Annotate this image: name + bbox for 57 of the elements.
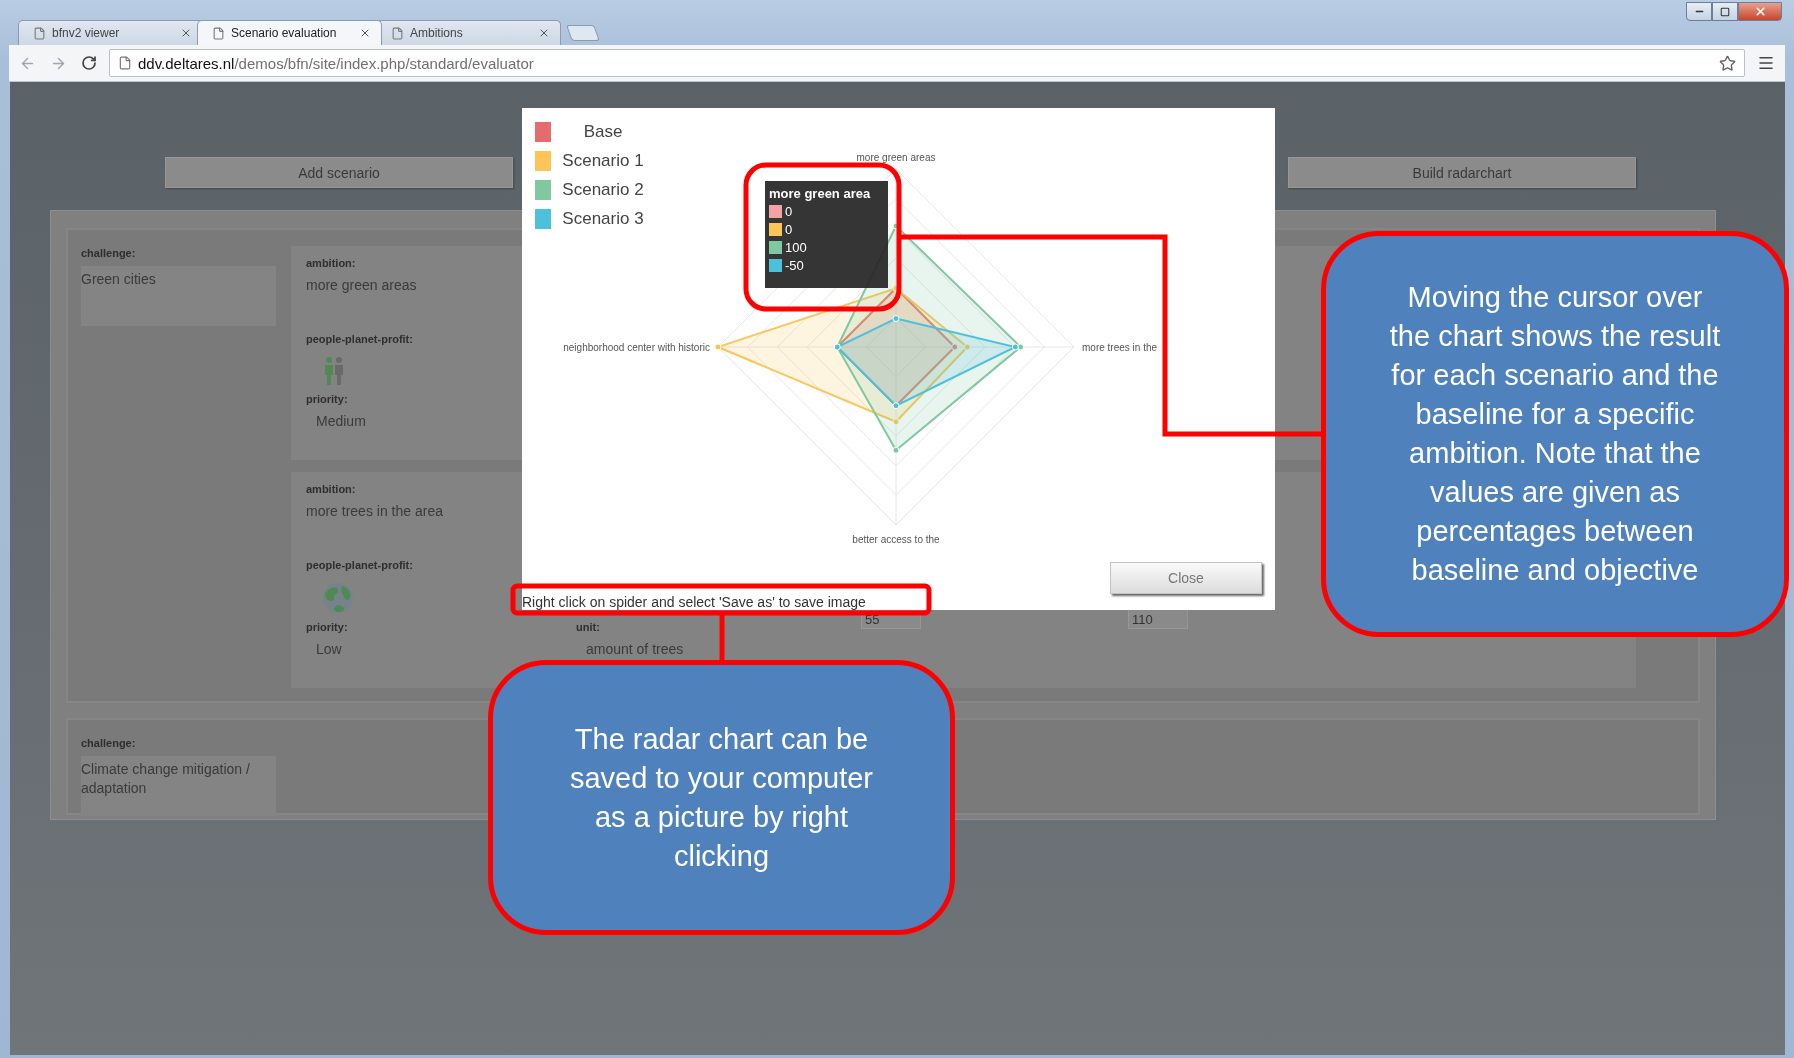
close-button[interactable] <box>1738 2 1782 21</box>
page-icon <box>118 56 132 70</box>
ambition-value: more trees in the area <box>306 502 444 520</box>
maximize-button[interactable] <box>1712 2 1738 21</box>
legend-label: Scenario 3 <box>561 209 645 229</box>
field-label: people-planet-profit: <box>306 332 414 346</box>
number-input[interactable]: 110 <box>1128 609 1188 629</box>
leader-line <box>719 615 725 662</box>
tooltip-value: 0 <box>785 222 793 237</box>
save-hint-text: Right click on spider and select 'Save as' to save image <box>522 594 867 610</box>
ambition-value: more green areas <box>306 276 418 294</box>
axis-label: better access to the <box>852 534 940 545</box>
tooltip-value: -50 <box>785 258 804 273</box>
field-label: priority: <box>306 392 349 406</box>
priority-value: Low <box>315 640 343 658</box>
globe-icon <box>322 582 354 614</box>
tooltip-title: more green area <box>769 186 872 201</box>
menu-icon <box>1757 54 1775 72</box>
maximize-icon <box>1720 6 1730 17</box>
star-icon[interactable] <box>1719 54 1736 72</box>
page-icon <box>391 26 404 40</box>
legend-label: Scenario 2 <box>561 180 645 200</box>
close-dialog-button[interactable]: Close <box>1110 562 1262 594</box>
field-label: challenge: <box>81 736 137 750</box>
field-label: people-planet-profit: <box>306 558 414 572</box>
minimize-button[interactable] <box>1686 2 1712 21</box>
close-icon[interactable] <box>359 27 371 39</box>
field-label: ambition: <box>306 256 357 270</box>
challenge-value: Climate change mitigation / adaptation <box>81 756 276 816</box>
tooltip-value: 100 <box>785 240 807 255</box>
close-icon[interactable] <box>180 27 192 39</box>
page-icon <box>212 26 225 40</box>
people-icon <box>322 356 346 386</box>
tooltip-value: 0 <box>785 204 793 219</box>
page-icon <box>33 26 46 40</box>
axis-label: more green areas <box>856 152 936 163</box>
unit-value: amount of trees <box>585 640 685 658</box>
close-icon <box>1753 5 1767 18</box>
close-icon[interactable] <box>538 27 550 39</box>
axis-label: neighborhood center with historic <box>563 342 710 353</box>
field-label: ambition: <box>306 482 357 496</box>
callout-note: The radar chart can be saved to your computer as a picture by right clicking <box>488 660 955 935</box>
reload-icon <box>81 55 97 71</box>
legend-label: Base <box>582 122 624 142</box>
field-label: challenge: <box>81 246 137 260</box>
field-label: unit: <box>576 620 601 634</box>
add-scenario-button[interactable]: Add scenario <box>165 157 513 188</box>
browser-tab[interactable]: Scenario evaluation <box>197 20 382 45</box>
priority-value: Medium <box>315 412 367 430</box>
challenge-value: Green cities <box>81 266 276 326</box>
build-radarchart-button[interactable]: Build radarchart <box>1288 157 1636 188</box>
reload-button[interactable] <box>79 53 99 73</box>
address-field[interactable]: ddv.deltares.nl/demos/bfn/site/index.php/standard/evaluator <box>109 49 1745 77</box>
callout-note: Moving the cursor over the chart shows the result for each scenario and the baseline for a specific ambition. Note that the values are given as percentages between baseline and objective <box>1321 231 1789 637</box>
axis-label: more trees in the <box>1082 342 1158 353</box>
field-label: priority: <box>306 620 349 634</box>
legend-label: Scenario 1 <box>561 151 645 171</box>
